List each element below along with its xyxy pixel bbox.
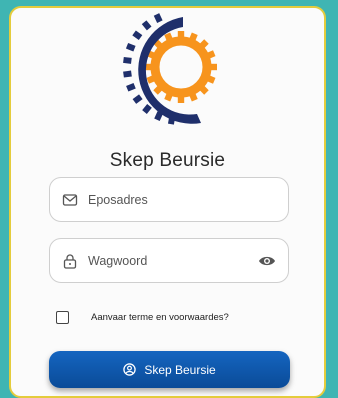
password-field[interactable] (49, 238, 289, 283)
gear-tooth (123, 70, 132, 78)
gear-tooth (125, 42, 136, 52)
create-wallet-button[interactable]: Skep Beursie (49, 351, 290, 388)
gear-tooth (153, 13, 163, 23)
password-input[interactable] (88, 253, 258, 268)
signup-card: Skep Beursie Aanvaar terme en voorwaarde… (9, 6, 326, 398)
envelope-icon (62, 193, 78, 206)
eye-icon[interactable] (258, 254, 276, 268)
user-circle-icon (123, 363, 137, 376)
gear-tooth (141, 20, 152, 31)
gear-tooth (132, 94, 143, 104)
email-input[interactable] (88, 192, 288, 207)
create-wallet-button-label: Skep Beursie (144, 362, 216, 377)
gear-tooth (142, 103, 152, 114)
email-field[interactable] (49, 177, 289, 222)
gear-logo-icon (123, 13, 217, 125)
gear-tooth (132, 30, 143, 41)
terms-row: Aanvaar terme en voorwaardes? (56, 311, 229, 324)
terms-checkbox[interactable] (56, 311, 69, 324)
terms-label: Aanvaar terme en voorwaardes? (91, 312, 229, 323)
gear-tooth (123, 56, 132, 64)
page-title: Skep Beursie (109, 150, 226, 171)
gear-tooth (126, 82, 136, 92)
lock-icon (63, 253, 77, 269)
